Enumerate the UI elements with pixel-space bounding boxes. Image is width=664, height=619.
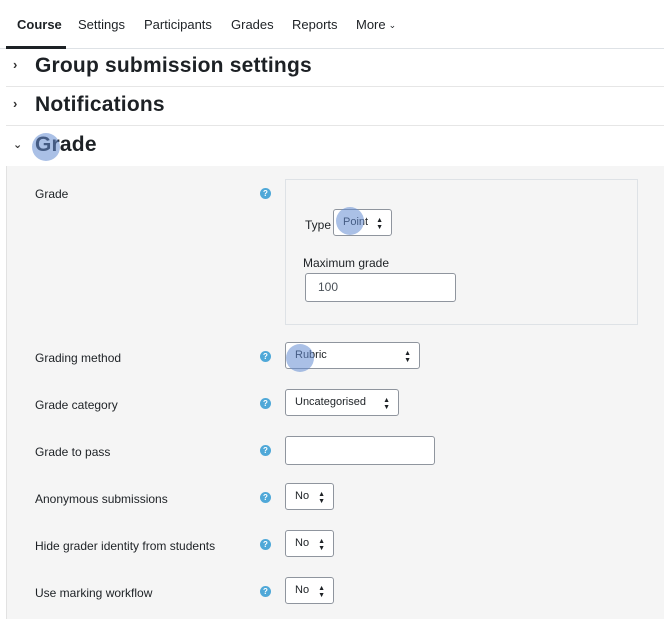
sort-arrows-icon: ▲ ▼ (318, 491, 325, 505)
secondary-navigation: Course Settings Participants Grades Repo… (0, 0, 664, 49)
grade-category-value: Uncategorised (295, 396, 366, 408)
chevron-right-icon[interactable]: › (13, 57, 17, 72)
section-title[interactable]: Notifications (35, 93, 165, 117)
grade-type-select[interactable]: Point ▲ ▼ (333, 209, 392, 236)
grading-method-select[interactable]: Rubric ▲ ▼ (285, 342, 420, 369)
nav-settings[interactable]: Settings (78, 17, 125, 32)
grade-label: Grade (35, 187, 69, 201)
sort-arrows-icon: ▲ ▼ (383, 397, 390, 411)
chevron-down-icon[interactable]: ⌄ (13, 138, 22, 151)
marking-workflow-label: Use marking workflow (35, 586, 153, 600)
help-icon[interactable]: ? (260, 445, 271, 456)
grade-fieldset (285, 179, 638, 325)
section-notifications[interactable]: › Notifications (0, 87, 664, 125)
nav-course[interactable]: Course (17, 17, 62, 32)
hide-grader-select[interactable]: No ▲ ▼ (285, 530, 334, 557)
hide-grader-value: No (295, 537, 310, 549)
grade-type-value: Point (343, 216, 369, 228)
max-grade-input[interactable]: 100 (305, 273, 456, 302)
chevron-right-icon[interactable]: › (13, 96, 17, 111)
nav-more-label: More (356, 17, 386, 32)
help-icon[interactable]: ? (260, 351, 271, 362)
divider (6, 125, 664, 126)
help-icon[interactable]: ? (260, 492, 271, 503)
help-icon[interactable]: ? (260, 586, 271, 597)
hide-grader-label: Hide grader identity from students (35, 539, 216, 553)
anonymous-submissions-value: No (295, 490, 310, 502)
grade-category-label: Grade category (35, 398, 118, 412)
sort-arrows-icon: ▲ ▼ (318, 538, 325, 552)
section-title[interactable]: Grade (35, 133, 97, 157)
help-icon[interactable]: ? (260, 398, 271, 409)
sort-arrows-icon: ▲ ▼ (404, 350, 411, 364)
nav-reports[interactable]: Reports (292, 17, 338, 32)
marking-workflow-select[interactable]: No ▲ ▼ (285, 577, 334, 604)
marking-workflow-value: No (295, 584, 310, 596)
section-group-submission[interactable]: › Group submission settings (0, 48, 664, 86)
section-title[interactable]: Group submission settings (35, 54, 312, 78)
grade-to-pass-label: Grade to pass (35, 445, 111, 459)
type-label: Type (305, 218, 332, 232)
nav-more[interactable]: More ⌄ (356, 17, 396, 32)
sort-arrows-icon: ▲ ▼ (376, 217, 383, 231)
chevron-down-icon: ⌄ (388, 20, 397, 30)
grade-to-pass-input[interactable] (285, 436, 435, 465)
nav-grades[interactable]: Grades (231, 17, 274, 32)
anonymous-submissions-label: Anonymous submissions (35, 492, 168, 506)
grade-category-select[interactable]: Uncategorised ▲ ▼ (285, 389, 399, 416)
grading-method-label: Grading method (35, 351, 122, 365)
anonymous-submissions-select[interactable]: No ▲ ▼ (285, 483, 334, 510)
help-icon[interactable]: ? (260, 539, 271, 550)
grading-method-value: Rubric (295, 349, 327, 361)
section-grade[interactable]: ⌄ Grade (0, 127, 664, 165)
help-icon[interactable]: ? (260, 188, 271, 199)
sort-arrows-icon: ▲ ▼ (318, 585, 325, 599)
max-grade-label: Maximum grade (303, 256, 390, 270)
nav-participants[interactable]: Participants (144, 17, 212, 32)
